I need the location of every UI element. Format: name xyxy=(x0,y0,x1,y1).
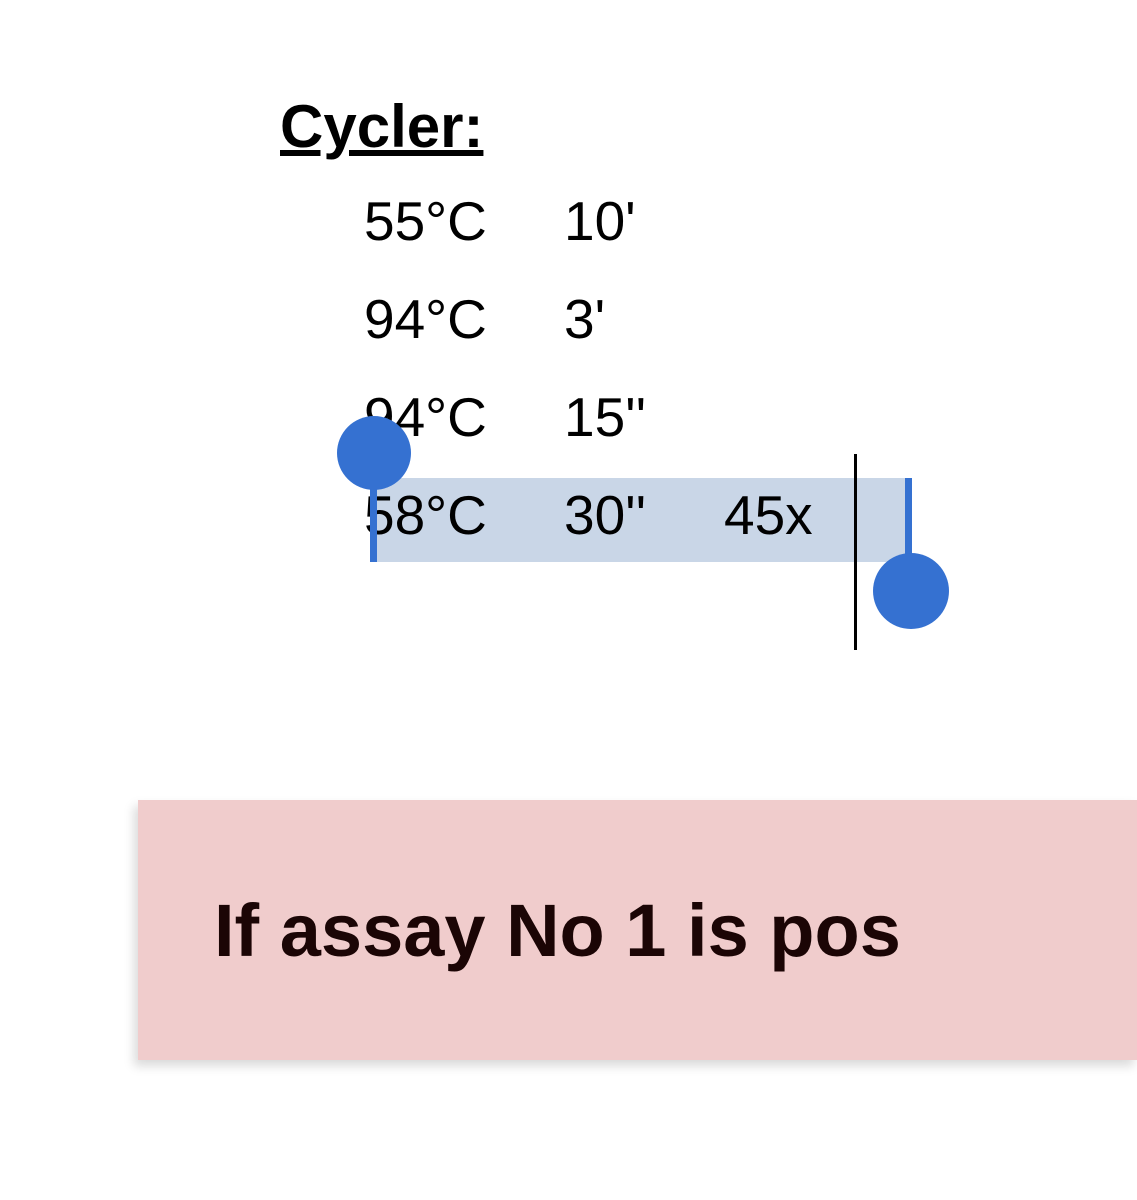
step-cycles xyxy=(724,369,834,467)
cycler-block: Cycler: 55°C 10' 94°C 3' 94°C 15'' 58°C … xyxy=(280,92,1137,565)
cycler-step-row: 94°C 3' xyxy=(364,271,1137,369)
selection-handle-start[interactable] xyxy=(337,416,411,490)
step-time: 30'' xyxy=(564,467,724,565)
cycler-steps: 55°C 10' 94°C 3' 94°C 15'' 58°C 30'' 45x xyxy=(364,173,1137,565)
note-box: If assay No 1 is pos xyxy=(138,800,1137,1060)
step-cycles: 45x xyxy=(724,467,834,565)
note-text: If assay No 1 is pos xyxy=(214,888,901,973)
cycler-step-row: 55°C 10' xyxy=(364,173,1137,271)
step-cycles xyxy=(724,271,834,369)
step-time: 15'' xyxy=(564,369,724,467)
cycle-bracket-line xyxy=(854,454,857,650)
cycler-step-row: 58°C 30'' 45x xyxy=(364,467,1137,565)
step-cycles xyxy=(724,173,834,271)
selection-handle-end[interactable] xyxy=(873,553,949,629)
step-temp: 94°C xyxy=(364,271,564,369)
cycler-heading: Cycler: xyxy=(280,92,1137,161)
step-temp: 55°C xyxy=(364,173,564,271)
cycler-step-row: 94°C 15'' xyxy=(364,369,1137,467)
step-time: 10' xyxy=(564,173,724,271)
selection-caret-left[interactable] xyxy=(370,478,377,562)
selection-caret-right[interactable] xyxy=(905,478,912,562)
step-time: 3' xyxy=(564,271,724,369)
